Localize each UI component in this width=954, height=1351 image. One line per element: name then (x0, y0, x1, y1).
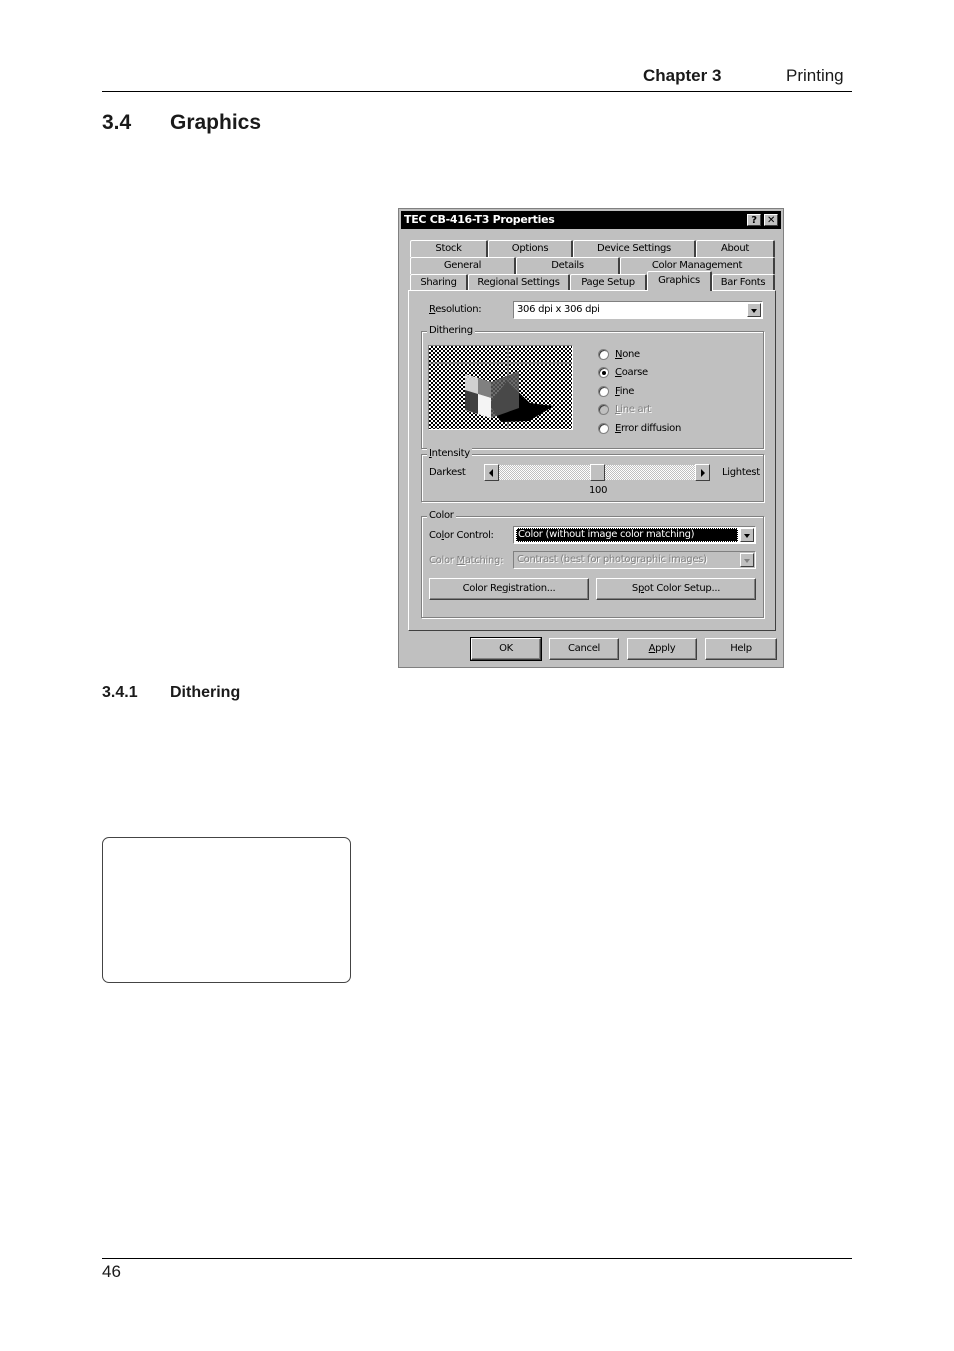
intensity-max-label: Lightest (722, 467, 760, 478)
tab-sharing[interactable]: Sharing (410, 274, 468, 291)
tab-regional-settings[interactable]: Regional Settings (468, 274, 570, 291)
label-text: ot Color Setup... (644, 583, 721, 594)
tab-bar-fonts[interactable]: Bar Fonts (712, 274, 775, 291)
chevron-down-icon[interactable] (747, 303, 761, 317)
cancel-button[interactable]: Cancel (549, 638, 619, 660)
dithering-group-label: Dithering (427, 325, 475, 336)
tab-details[interactable]: Details (516, 257, 620, 274)
subsection-number: 3.4.1 (102, 684, 138, 701)
radio-error-diffusion-label: Error diffusion (615, 423, 681, 434)
graphics-panel: Resolution: 306 dpi x 306 dpi Dithering (408, 290, 776, 631)
help-icon[interactable]: ? (747, 214, 761, 226)
apply-button[interactable]: Apply (627, 638, 697, 660)
slider-thumb[interactable] (589, 464, 605, 481)
note-box (102, 837, 351, 983)
label-text: one (622, 349, 640, 360)
spot-color-setup-button[interactable]: Spot Color Setup... (596, 578, 756, 600)
radio-fine-label: Fine (615, 386, 634, 397)
label-text: oarse (621, 367, 649, 378)
resolution-select[interactable]: 306 dpi x 306 dpi (513, 301, 763, 319)
tab-page-setup[interactable]: Page Setup (570, 274, 647, 291)
color-control-select[interactable]: Color (without image color matching) (513, 526, 756, 544)
section-title: Graphics (170, 111, 262, 134)
tab-about[interactable]: About (696, 240, 775, 257)
radio-fine[interactable] (598, 386, 609, 397)
mnemonic: C (615, 367, 622, 378)
radio-none[interactable] (598, 349, 609, 360)
label-text: Co (429, 530, 442, 541)
color-control-selection: Color (without image color matching) (516, 528, 738, 542)
dithering-preview-image (428, 345, 573, 430)
color-matching-select: Contrast (best for photographic images) (513, 551, 756, 569)
close-icon[interactable]: ✕ (764, 214, 778, 226)
radio-error-diffusion[interactable] (598, 423, 609, 434)
label-text: rror diffusion (621, 423, 682, 434)
chevron-down-icon[interactable] (740, 528, 754, 542)
chapter-label: Chapter 3 (643, 66, 722, 85)
arrow-left-icon[interactable] (484, 464, 499, 481)
mnemonic: M (456, 555, 466, 566)
resolution-value: 306 dpi x 306 dpi (517, 304, 600, 315)
help-button[interactable]: Help (705, 638, 777, 660)
radio-line-art-label: Line art (615, 404, 651, 415)
subsection-title: Dithering (170, 684, 241, 701)
intensity-value: 100 (589, 485, 608, 496)
label-text: ine art (620, 404, 651, 415)
dialog-titlebar: TEC CB-416-T3 Properties ? ✕ (401, 211, 781, 229)
color-matching-label: Color Matching: (429, 555, 503, 566)
intensity-slider[interactable] (484, 464, 710, 481)
label-text: ntensity (431, 448, 470, 459)
color-control-value: Color (without image color matching) (518, 529, 695, 540)
resolution-label: Resolution: (429, 304, 482, 315)
chevron-down-icon (740, 553, 754, 567)
label-text: Color Re (462, 583, 503, 594)
color-matching-value: Contrast (best for photographic images) (517, 554, 707, 565)
label-text: ine (619, 386, 635, 397)
tab-graphics[interactable]: Graphics (647, 271, 712, 291)
footer-rule (102, 1258, 852, 1259)
arrow-right-icon[interactable] (695, 464, 710, 481)
color-registration-button[interactable]: Color Registration... (429, 578, 589, 600)
radio-coarse-label: Coarse (615, 367, 648, 378)
label-text: or Control: (444, 530, 494, 541)
tab-general[interactable]: General (410, 257, 516, 274)
header-rule (102, 91, 852, 92)
color-group-label: Color (427, 510, 456, 521)
radio-coarse[interactable] (598, 367, 609, 378)
chapter-title: Printing (786, 66, 844, 85)
label-text: istration... (508, 583, 556, 594)
ok-button[interactable]: OK (470, 637, 542, 661)
tab-options[interactable]: Options (488, 240, 573, 257)
label-text: Color (429, 555, 457, 566)
tab-device-settings[interactable]: Device Settings (573, 240, 696, 257)
radio-line-art (598, 404, 609, 415)
section-number: 3.4 (102, 111, 132, 134)
label-text: pply (655, 643, 676, 654)
intensity-group-label: Intensity (427, 448, 472, 459)
properties-dialog: TEC CB-416-T3 Properties ? ✕ Stock Optio… (398, 208, 784, 668)
dialog-title: TEC CB-416-T3 Properties (404, 213, 555, 226)
label-text: esolution: (435, 304, 482, 315)
page-number: 46 (102, 1262, 121, 1281)
intensity-min-label: Darkest (429, 467, 466, 478)
tab-stock[interactable]: Stock (410, 240, 488, 257)
label-text: atching: (464, 555, 504, 566)
radio-none-label: None (615, 349, 640, 360)
color-control-label: Color Control: (429, 530, 494, 541)
